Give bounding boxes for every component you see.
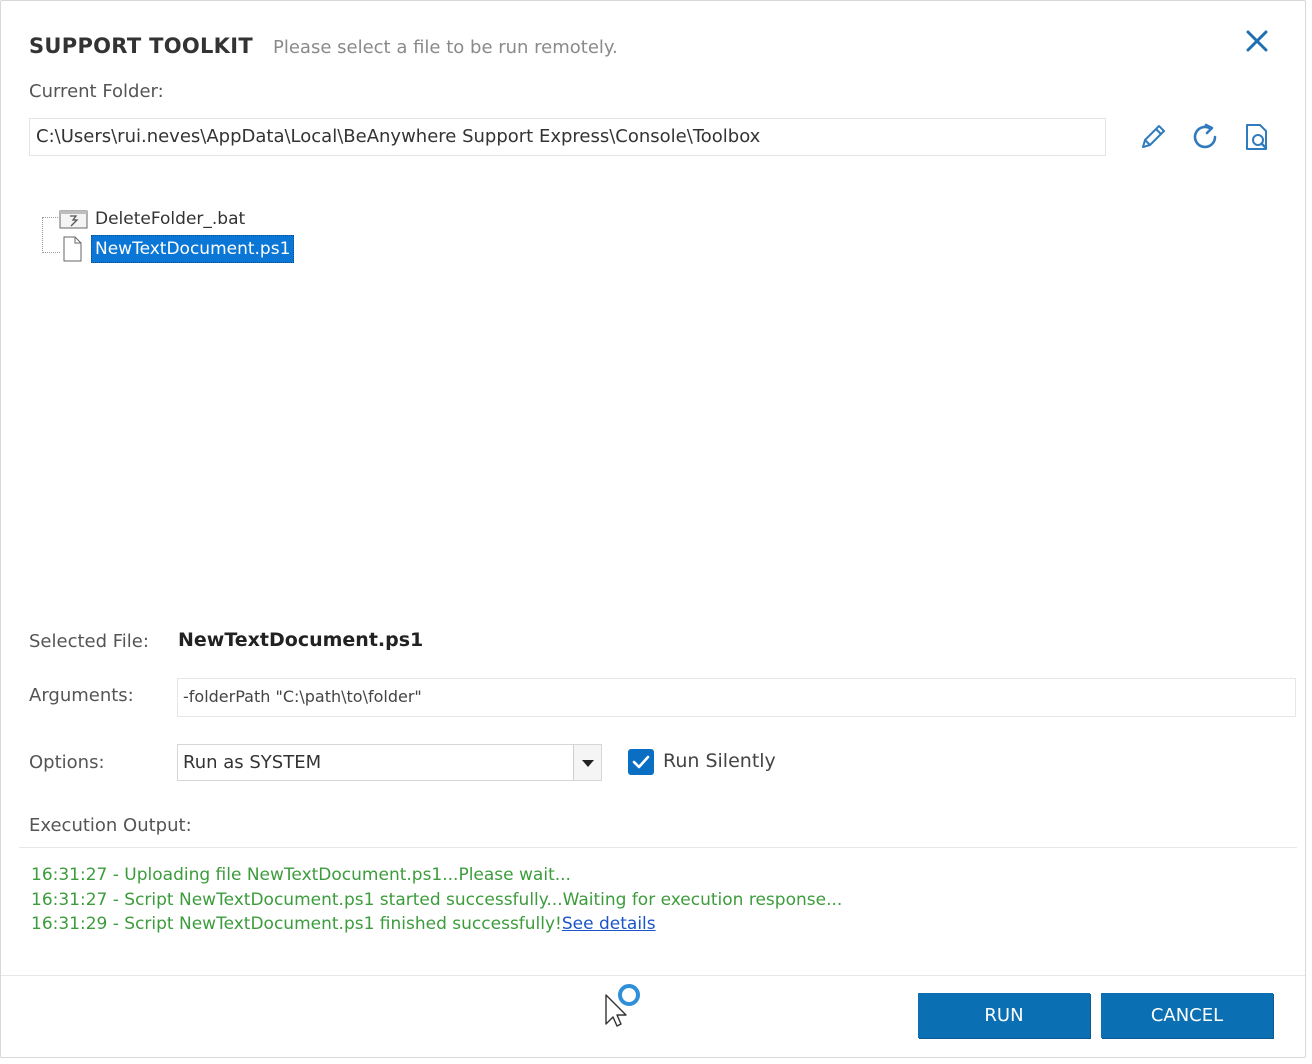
execution-output: 16:31:27 - Uploading file NewTextDocumen… xyxy=(31,863,842,937)
output-line: 16:31:27 - Script NewTextDocument.ps1 st… xyxy=(31,889,843,910)
dialog-subtitle: Please select a file to be run remotely. xyxy=(273,37,618,58)
see-details-link[interactable]: See details xyxy=(562,914,656,934)
output-line: 16:31:29 - Script NewTextDocument.ps1 fi… xyxy=(31,912,842,937)
dialog-title: SUPPORT TOOLKIT xyxy=(29,34,253,58)
support-toolkit-dialog: SUPPORT TOOLKIT Please select a file to … xyxy=(0,0,1306,1058)
edit-icon xyxy=(1142,125,1165,148)
file-name: DeleteFolder_.bat xyxy=(95,209,246,229)
busy-cursor-icon xyxy=(601,981,649,1033)
arguments-input[interactable]: -folderPath "C:\path\to\folder" xyxy=(177,678,1296,717)
edit-folder-button[interactable] xyxy=(1137,121,1169,153)
refresh-icon xyxy=(1193,123,1217,149)
run-silently-checkbox[interactable] xyxy=(628,749,654,775)
arguments-label: Arguments: xyxy=(29,685,134,706)
current-folder-field[interactable]: C:\Users\rui.neves\AppData\Local\BeAnywh… xyxy=(29,118,1106,156)
browse-icon xyxy=(1246,124,1268,150)
file-name: NewTextDocument.ps1 xyxy=(91,235,295,263)
text-file-icon xyxy=(59,235,89,267)
run-as-value: Run as SYSTEM xyxy=(183,752,322,773)
output-line: 16:31:27 - Uploading file NewTextDocumen… xyxy=(31,865,571,885)
close-icon xyxy=(1246,30,1268,52)
footer-divider xyxy=(1,975,1305,976)
run-button[interactable]: RUN xyxy=(918,993,1090,1038)
output-line-text: 16:31:29 - Script NewTextDocument.ps1 fi… xyxy=(31,914,562,934)
execution-output-label: Execution Output: xyxy=(29,815,192,836)
refresh-button[interactable] xyxy=(1190,121,1222,153)
selected-file-value: NewTextDocument.ps1 xyxy=(178,629,424,651)
cancel-button[interactable]: CANCEL xyxy=(1101,993,1273,1038)
browse-folder-button[interactable] xyxy=(1241,121,1273,153)
batch-file-icon xyxy=(59,206,89,236)
current-folder-label: Current Folder: xyxy=(29,81,164,102)
options-label: Options: xyxy=(29,752,105,773)
chevron-down-icon[interactable] xyxy=(573,745,601,780)
checkmark-icon xyxy=(632,755,650,769)
close-button[interactable] xyxy=(1241,27,1273,59)
selected-file-label: Selected File: xyxy=(29,631,149,652)
output-divider xyxy=(19,847,1297,848)
run-silently-label[interactable]: Run Silently xyxy=(663,750,776,772)
run-as-select[interactable]: Run as SYSTEM xyxy=(177,744,602,781)
